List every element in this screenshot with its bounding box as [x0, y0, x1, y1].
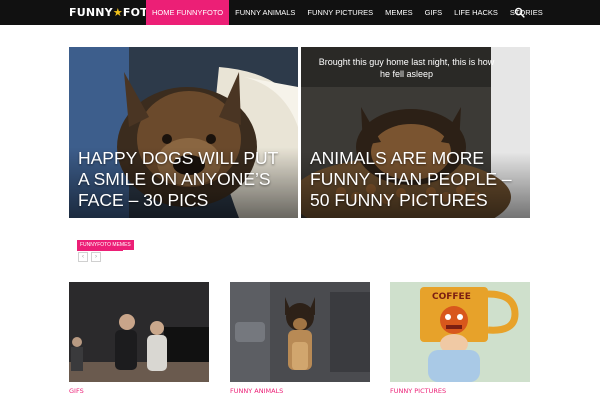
- post-thumbnail[interactable]: COFFEE: [390, 282, 530, 382]
- site-logo[interactable]: FUNNY★FOTO: [69, 6, 157, 20]
- nav-item-home[interactable]: HOME FUNNYFOTO: [146, 0, 230, 25]
- next-page-button[interactable]: ›: [91, 252, 101, 262]
- block-tab-memes[interactable]: FUNNYFOTO MEMES: [77, 240, 134, 250]
- post-card[interactable]: GIFS: [69, 282, 209, 395]
- featured-post-2[interactable]: Brought this guy home last night, this i…: [301, 47, 530, 218]
- post-category[interactable]: FUNNY ANIMALS: [230, 387, 370, 395]
- nav-menu: HOME FUNNYFOTO FUNNY ANIMALS FUNNY PICTU…: [146, 0, 549, 25]
- search-icon[interactable]: [514, 7, 525, 18]
- post-card[interactable]: FUNNY ANIMALS: [230, 282, 370, 395]
- featured-post-1[interactable]: HAPPY DOGS WILL PUT A SMILE ON ANYONE’S …: [69, 47, 298, 218]
- nav-item-stories[interactable]: STORIES: [504, 0, 549, 25]
- post-thumbnail[interactable]: [230, 282, 370, 382]
- post-thumbnail[interactable]: [69, 282, 209, 382]
- nav-item-funny-pictures[interactable]: FUNNY PICTURES: [301, 0, 379, 25]
- post-category[interactable]: FUNNY PICTURES: [390, 387, 530, 395]
- nav-item-gifs[interactable]: GIFS: [419, 0, 449, 25]
- prev-page-button[interactable]: ‹: [78, 252, 88, 262]
- nav-item-memes[interactable]: MEMES: [379, 0, 419, 25]
- nav-item-life-hacks[interactable]: LIFE HACKS: [448, 0, 504, 25]
- top-nav: FUNNY★FOTO HOME FUNNYFOTO FUNNY ANIMALS …: [0, 0, 600, 25]
- block-tab-underline: [77, 250, 123, 251]
- post-category[interactable]: GIFS: [69, 387, 209, 395]
- image-caption: Brought this guy home last night, this i…: [318, 57, 495, 79]
- svg-text:COFFEE: COFFEE: [432, 292, 471, 302]
- post-card[interactable]: COFFEE FUNNY PICTURES: [390, 282, 530, 395]
- featured-title[interactable]: HAPPY DOGS WILL PUT A SMILE ON ANYONE’S …: [78, 148, 290, 211]
- featured-title[interactable]: ANIMALS ARE MORE FUNNY THAN PEOPLE – 50 …: [310, 148, 522, 211]
- nav-item-funny-animals[interactable]: FUNNY ANIMALS: [229, 0, 301, 25]
